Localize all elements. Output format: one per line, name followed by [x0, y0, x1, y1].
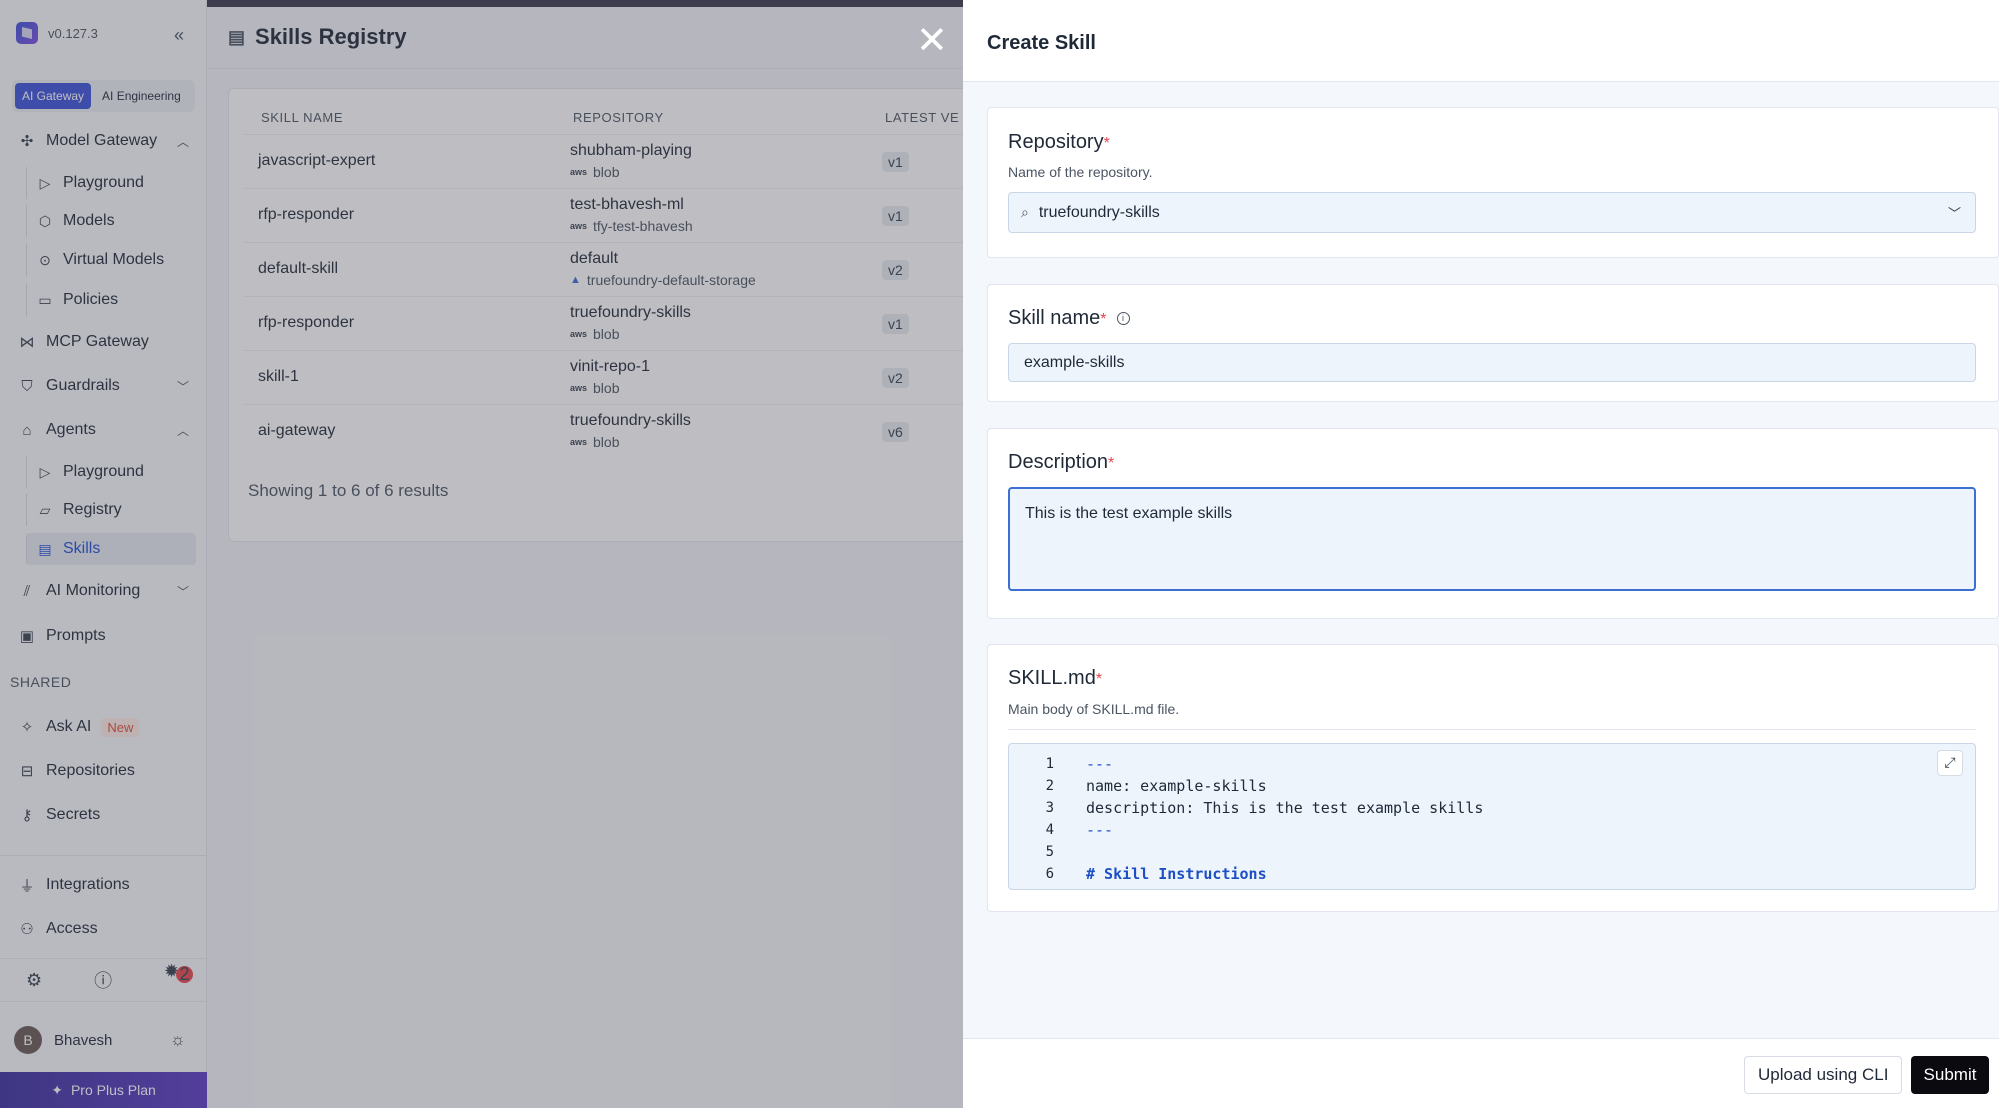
- skill-name-label: Skill name* i: [1008, 307, 1130, 330]
- drawer-footer: Upload using CLI Submit: [963, 1038, 1999, 1108]
- label-text: SKILL.md: [1008, 667, 1096, 689]
- code-line: 5: [1009, 841, 1054, 863]
- code-line: 6 # Skill Instructions: [1009, 863, 1267, 885]
- code-line: 3 description: This is the test example s…: [1009, 797, 1484, 819]
- line-number: 5: [1045, 844, 1054, 860]
- expand-icon[interactable]: ⤢: [1937, 750, 1963, 776]
- submit-button[interactable]: Submit: [1911, 1056, 1989, 1094]
- repository-select[interactable]: ⌕ truefoundry-skills ﹀: [1008, 192, 1976, 233]
- skillmd-section: SKILL.md* Main body of SKILL.md file. 1 -…: [987, 644, 1999, 912]
- upload-using-cli-button[interactable]: Upload using CLI: [1744, 1056, 1903, 1094]
- required-marker: *: [1100, 311, 1107, 328]
- label-text: Description: [1008, 451, 1109, 473]
- skillmd-code-editor[interactable]: 1 --- 2 name: example-skills 3 description:…: [1008, 743, 1976, 890]
- skill-name-section: Skill name* i example-skills: [987, 284, 1999, 402]
- code-text: ---: [1086, 755, 1114, 773]
- code-text: description: This is the test example sk…: [1086, 799, 1484, 817]
- description-label: Description*: [1008, 451, 1114, 474]
- code-text: ---: [1086, 821, 1114, 839]
- chevron-down-icon[interactable]: ﹀: [1948, 203, 1961, 222]
- code-text: name: example-skills: [1086, 777, 1267, 795]
- drawer-header: Create Skill: [963, 0, 1999, 82]
- code-line: 2 name: example-skills: [1009, 775, 1267, 797]
- repository-label: Repository*: [1008, 131, 1110, 154]
- code-text: # Skill Instructions: [1086, 865, 1267, 883]
- code-line: 1 ---: [1009, 753, 1114, 775]
- description-section: Description* This is the test example sk…: [987, 428, 1999, 619]
- required-marker: *: [1095, 671, 1103, 688]
- label-text: Repository: [1008, 131, 1104, 153]
- skill-name-value: example-skills: [1024, 353, 1125, 371]
- repository-section: Repository* Name of the repository. ⌕ tr…: [987, 107, 1999, 258]
- line-number: 3: [1045, 800, 1054, 816]
- line-number: 2: [1045, 778, 1054, 794]
- required-marker: *: [1108, 455, 1115, 472]
- skillmd-label: SKILL.md*: [1008, 667, 1102, 690]
- search-icon: ⌕: [1021, 204, 1029, 220]
- description-value: This is the test example skills: [1025, 505, 1233, 522]
- label-text: Skill name: [1008, 307, 1101, 329]
- repository-hint: Name of the repository.: [1008, 164, 1153, 180]
- create-skill-drawer: Create Skill Repository* Name of the rep…: [963, 0, 1999, 1108]
- modal-backdrop[interactable]: [0, 0, 963, 1108]
- skill-name-input[interactable]: example-skills: [1008, 343, 1976, 382]
- line-number: 1: [1045, 756, 1054, 772]
- code-line: 4 ---: [1009, 819, 1114, 841]
- info-icon[interactable]: i: [1116, 312, 1130, 326]
- skillmd-divider: [1008, 729, 1976, 730]
- skillmd-hint: Main body of SKILL.md file.: [1008, 701, 1180, 717]
- line-number: 6: [1045, 866, 1054, 882]
- description-textarea[interactable]: This is the test example skills: [1008, 487, 1976, 591]
- drawer-title: Create Skill: [987, 32, 1096, 54]
- required-marker: *: [1103, 135, 1110, 152]
- line-number: 4: [1045, 822, 1054, 838]
- close-icon[interactable]: ✕: [916, 22, 948, 60]
- repository-selected-value: truefoundry-skills: [1038, 203, 1160, 221]
